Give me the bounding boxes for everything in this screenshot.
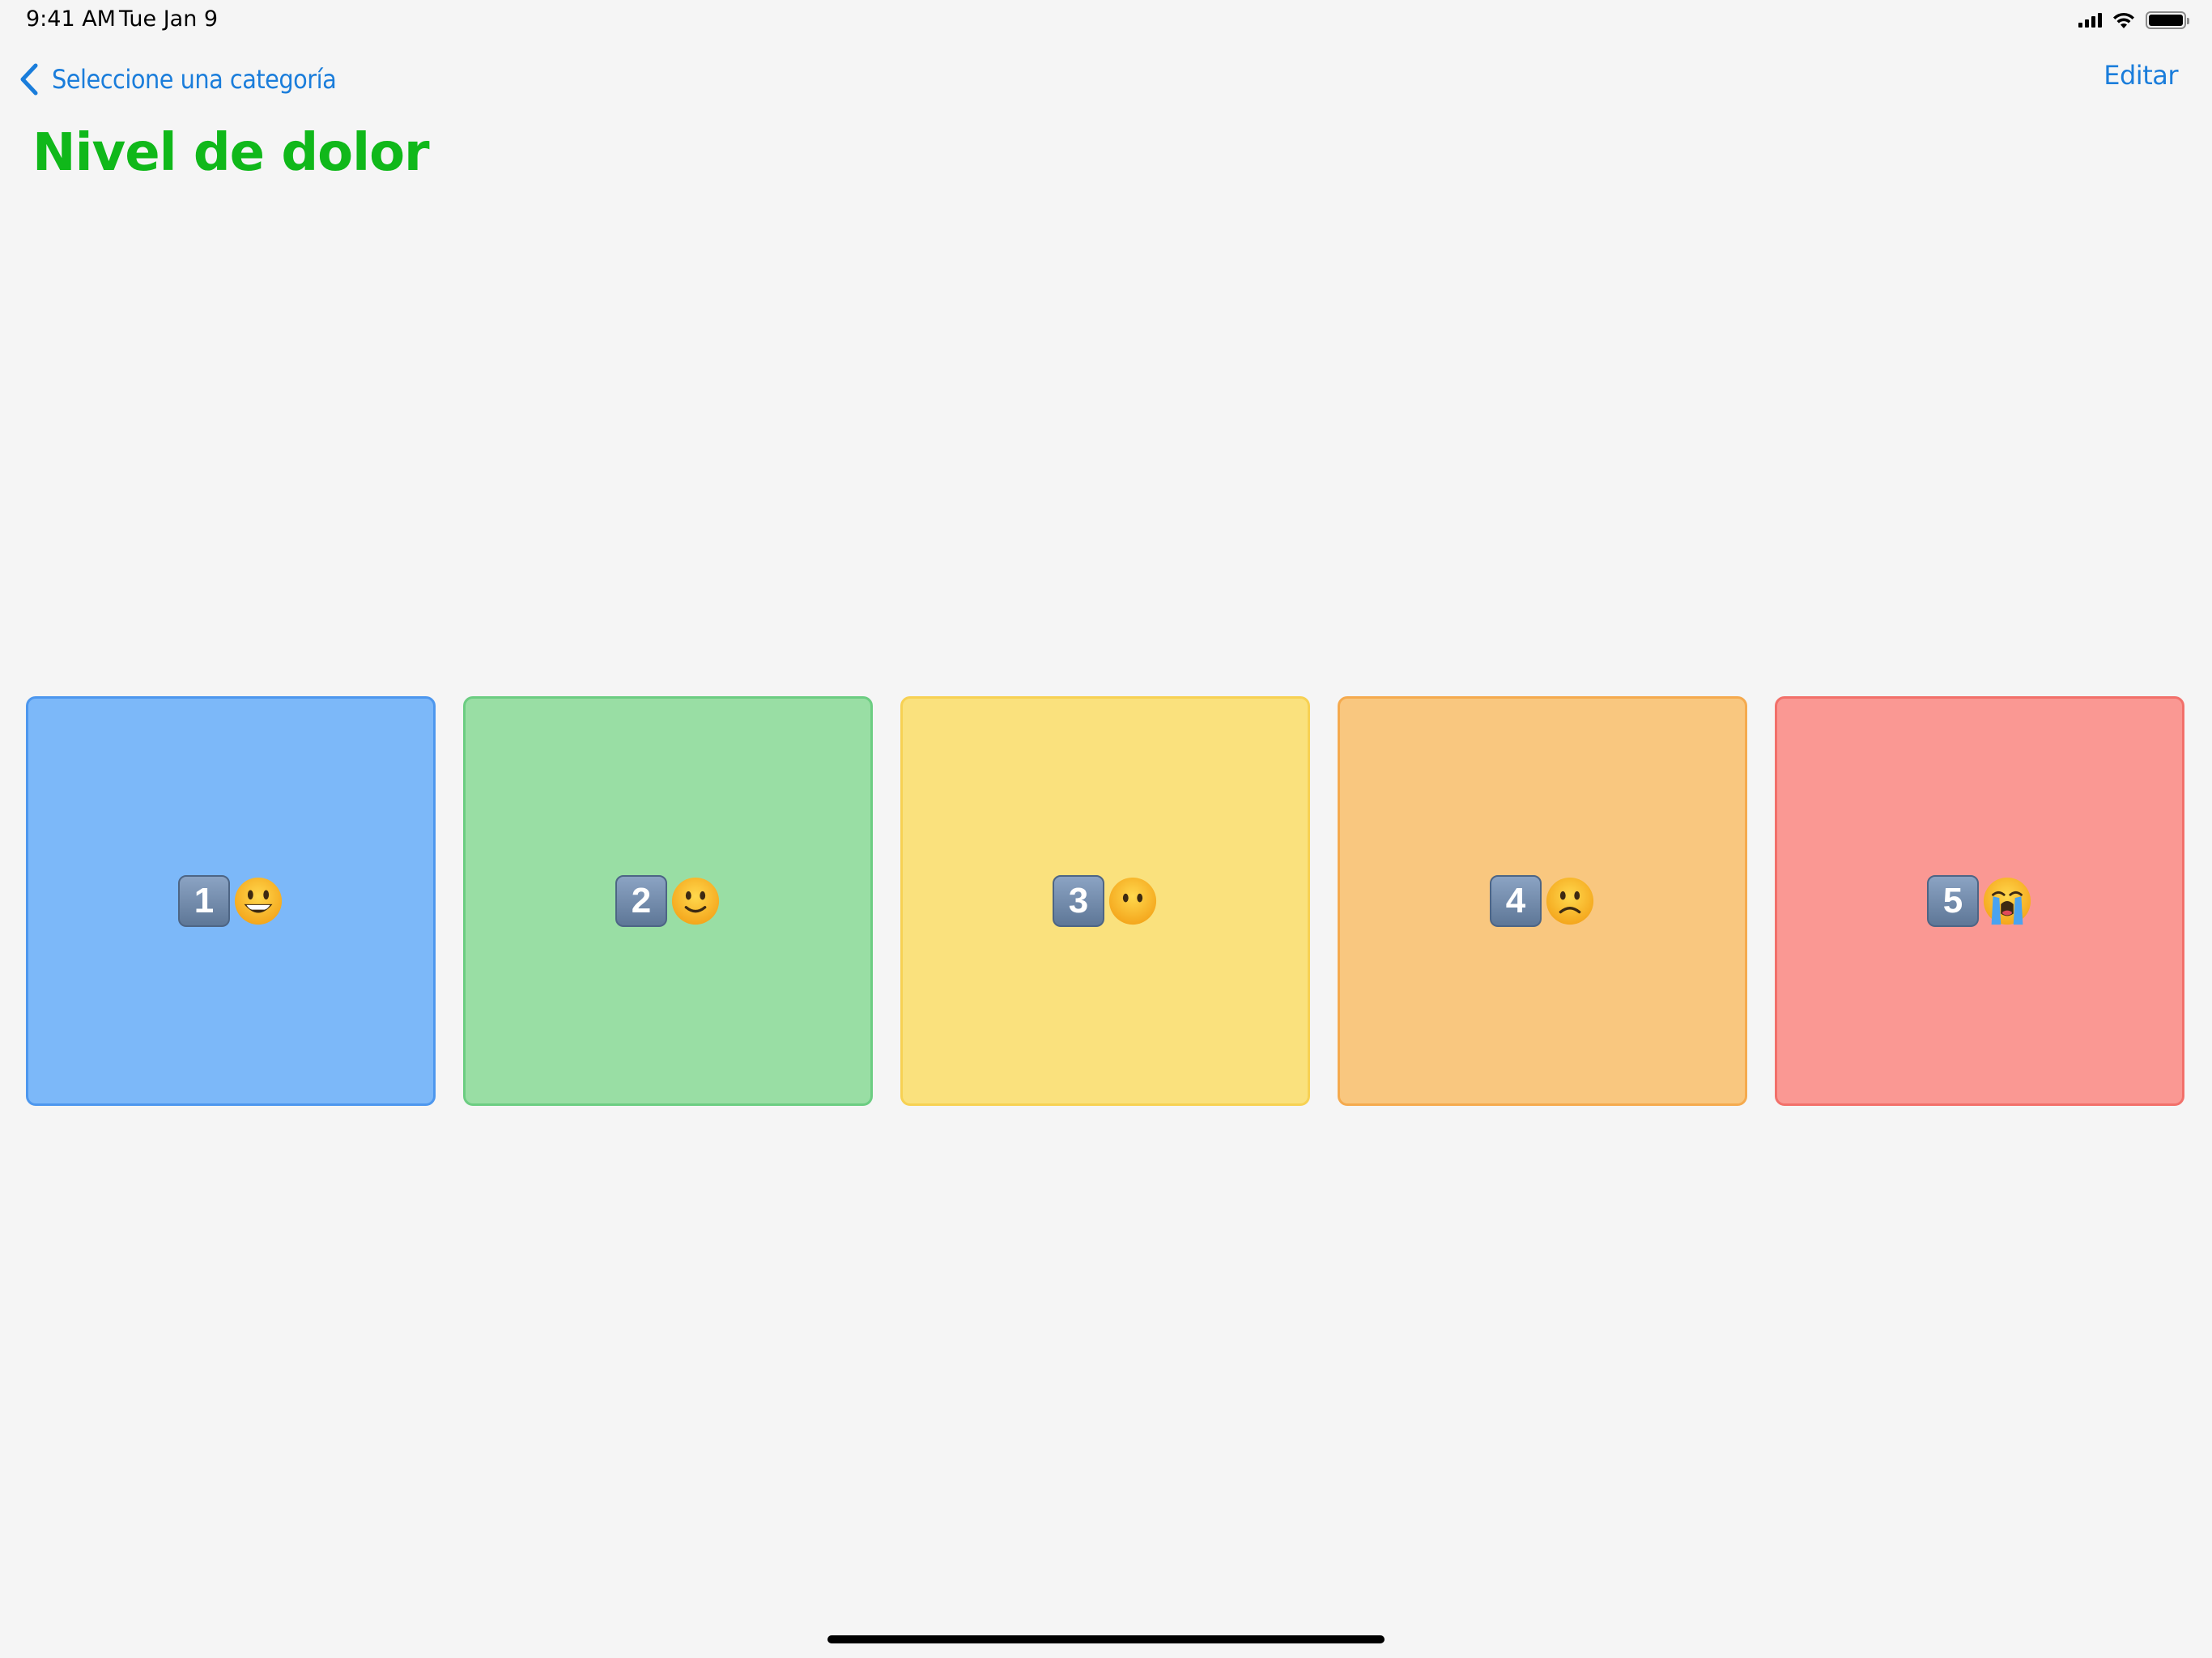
cellular-signal-icon (2078, 13, 2102, 28)
grinning-face-icon (234, 877, 283, 925)
keycap-digit-icon: 5 (1927, 875, 1979, 927)
keycap-digit-icon: 2 (615, 875, 667, 927)
home-indicator[interactable] (827, 1635, 1385, 1643)
pain-level-tile-2[interactable]: 2 (463, 696, 873, 1106)
screen: 9:41 AM Tue Jan 9 Seleccione una categor… (0, 0, 2212, 1658)
chevron-left-icon (20, 63, 38, 96)
status-date: Tue Jan 9 (119, 6, 219, 32)
keycap-digit-icon: 3 (1053, 875, 1104, 927)
pain-level-tile-3[interactable]: 3 (900, 696, 1310, 1106)
slightly-frowning-face-icon (1546, 877, 1594, 925)
status-icons (2078, 8, 2189, 32)
battery-icon (2146, 11, 2189, 29)
pain-level-tile-5[interactable]: 5 (1775, 696, 2184, 1106)
pain-level-tile-4[interactable]: 4 (1338, 696, 1747, 1106)
keycap-digit-icon: 1 (178, 875, 230, 927)
pain-level-tile-1[interactable]: 1 (26, 696, 436, 1106)
edit-button[interactable]: Editar (2104, 60, 2178, 91)
face-without-mouth-icon (1108, 877, 1157, 925)
page-title: Nivel de dolor (32, 123, 430, 183)
loudly-crying-face-icon (1983, 877, 2031, 925)
wifi-icon (2113, 12, 2134, 28)
keycap-digit-icon: 4 (1490, 875, 1542, 927)
back-label: Seleccione una categoría (52, 64, 337, 95)
slightly-smiling-face-icon (671, 877, 720, 925)
back-button[interactable]: Seleccione una categoría (18, 57, 337, 102)
status-time: 9:41 AM (26, 6, 116, 32)
